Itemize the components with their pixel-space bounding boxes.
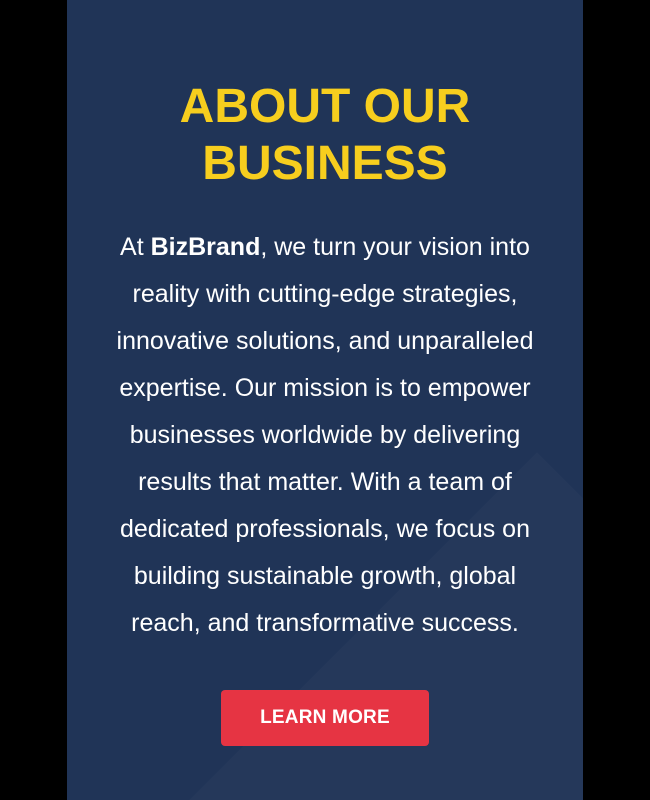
description-line-2: reality with cutting-edge strategies,	[132, 280, 518, 308]
page-frame: ABOUT OUR BUSINESS At BizBrand, we turn …	[0, 0, 650, 800]
section-title-line-2: BUSINESS	[202, 137, 448, 190]
description-line-3: innovative solutions, and unparalleled	[116, 327, 534, 355]
brand-name: BizBrand	[150, 233, 261, 261]
description-prefix: At	[120, 233, 151, 261]
section-title-line-1: ABOUT OUR	[179, 80, 471, 133]
description-line-5: businesses worldwide by delivering	[129, 421, 521, 449]
description-line-4: expertise. Our mission is to empower	[119, 374, 531, 402]
about-section: ABOUT OUR BUSINESS At BizBrand, we turn …	[67, 0, 583, 800]
description-line-9: reach, and transformative success.	[131, 609, 519, 637]
learn-more-button[interactable]: LEARN MORE	[221, 690, 429, 746]
description-suffix: , we turn your vision into	[260, 233, 530, 261]
description-line-1: At BizBrand, we turn your vision into	[95, 224, 555, 271]
section-title: ABOUT OUR BUSINESS	[67, 78, 583, 192]
about-description: At BizBrand, we turn your vision into re…	[95, 224, 555, 647]
description-line-8: building sustainable growth, global	[133, 562, 517, 590]
description-line-6: results that matter. With a team of	[138, 468, 512, 496]
description-line-7: dedicated professionals, we focus on	[120, 515, 530, 543]
